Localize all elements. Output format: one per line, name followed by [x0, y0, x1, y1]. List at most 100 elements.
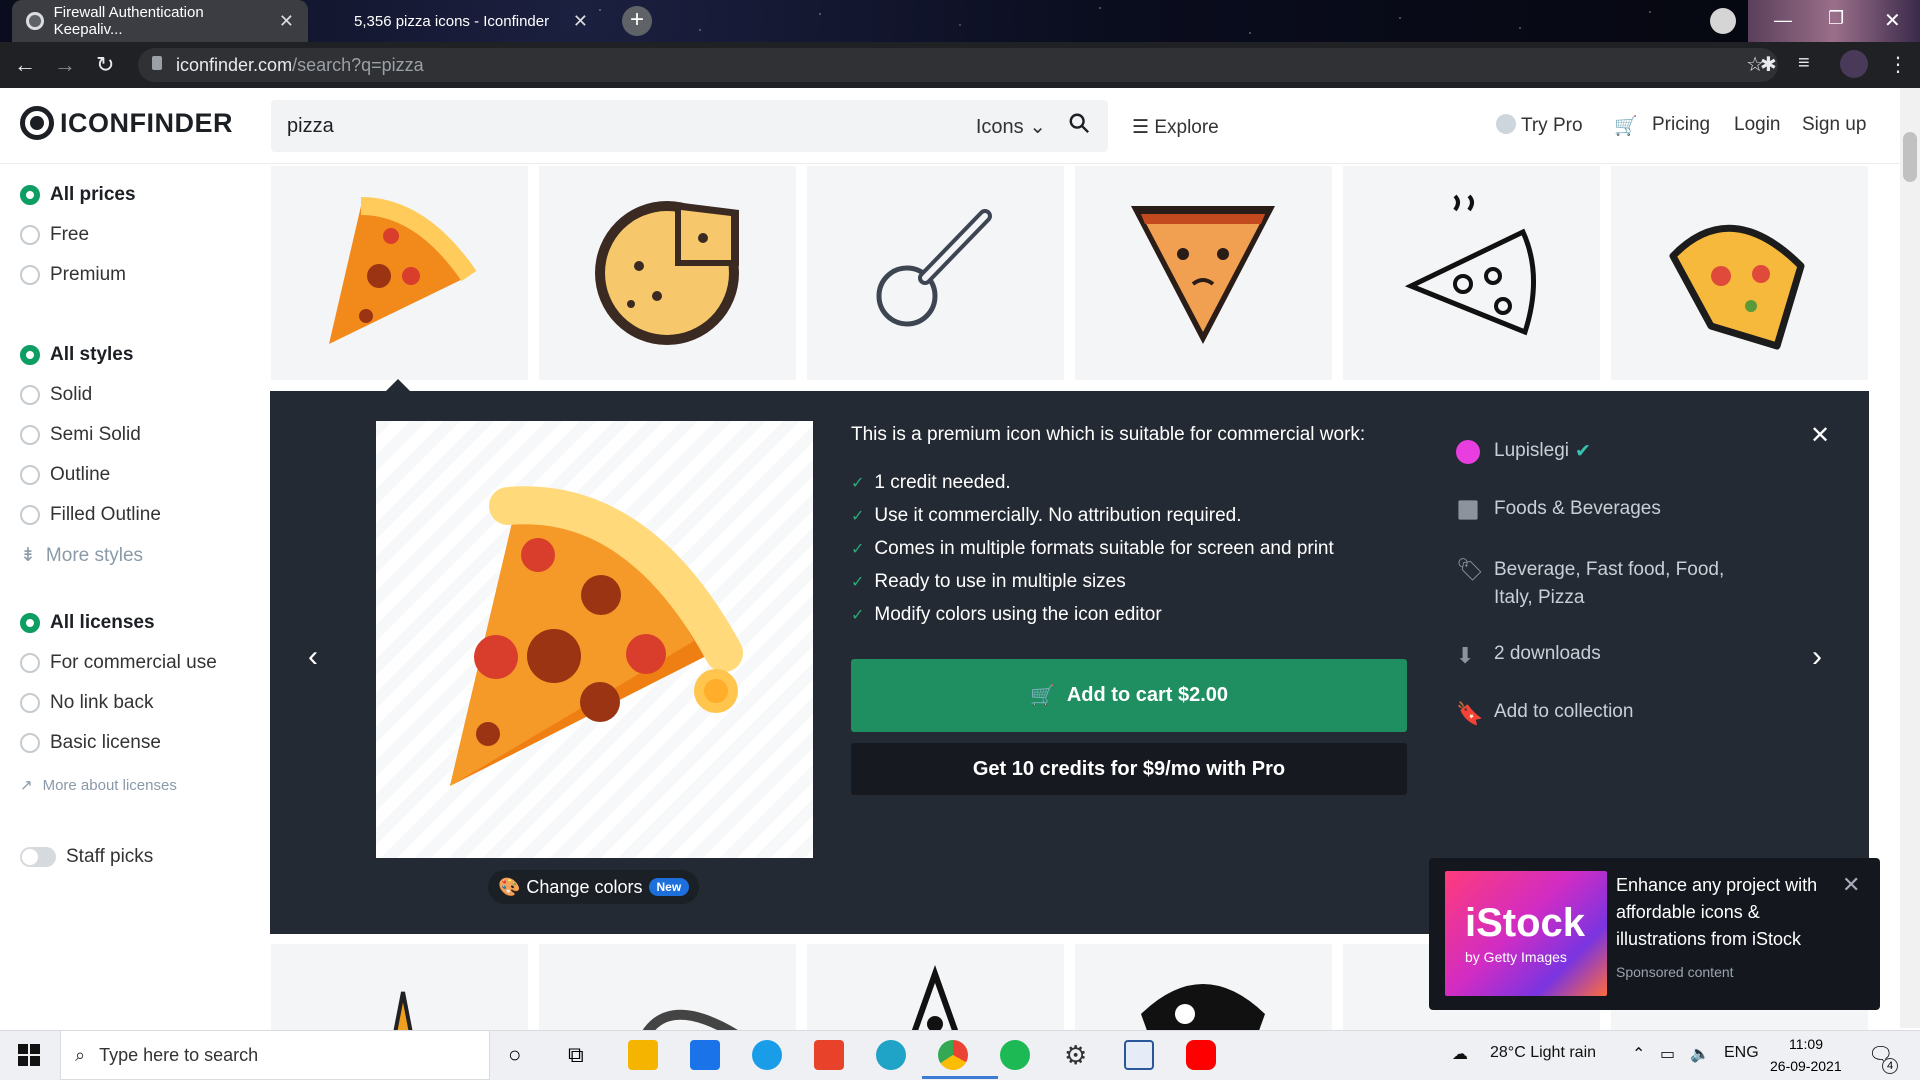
scrollbar-thumb[interactable]	[1903, 132, 1917, 182]
filter-semi-solid[interactable]: Semi Solid	[20, 424, 141, 446]
logo-text: ICONFINDER	[60, 107, 233, 138]
search-type-select[interactable]: Icons ⌄	[976, 114, 1046, 139]
tab-firewall[interactable]: Firewall Authentication Keepaliv... ✕	[12, 0, 308, 42]
app-icon[interactable]	[752, 1040, 782, 1070]
maximize-icon[interactable]: ❐	[1828, 8, 1844, 29]
icon-editor-link[interactable]: icon editor	[1074, 604, 1162, 625]
volume-icon[interactable]: 🔈	[1690, 1044, 1710, 1064]
add-to-collection-link[interactable]: 🔖 Add to collection	[1456, 701, 1633, 726]
cart-icon[interactable]: 🛒	[1614, 114, 1638, 138]
windows-start-icon[interactable]	[18, 1044, 40, 1066]
add-to-cart-button[interactable]: 🛒 Add to cart $2.00	[851, 659, 1407, 732]
close-icon[interactable]: ✕	[279, 11, 294, 32]
tags-text[interactable]: Beverage, Fast food, Food, Italy, Pizza	[1494, 556, 1724, 612]
language-indicator[interactable]: ENG	[1724, 1044, 1759, 1062]
search-icon[interactable]	[1068, 112, 1090, 134]
filter-premium[interactable]: Premium	[20, 264, 126, 286]
change-colors-button[interactable]: 🎨 Change colors New	[488, 870, 700, 904]
icon-card-pizza-cute[interactable]	[1611, 166, 1868, 380]
radio-icon	[20, 733, 40, 753]
search-bar[interactable]: pizza Icons ⌄	[271, 100, 1108, 152]
feature-text: Modify colors using the	[874, 604, 1074, 625]
pro-offer-button[interactable]: Get 10 credits for $9/mo with Pro	[851, 743, 1407, 795]
search-input[interactable]: pizza	[287, 115, 334, 138]
tab-title: Firewall Authentication Keepaliv...	[53, 4, 204, 38]
chrome-icon[interactable]	[938, 1040, 968, 1070]
cortana-icon[interactable]: ○	[508, 1042, 521, 1068]
address-bar[interactable]: iconfinder.com/search?q=pizza ☆	[138, 48, 1778, 82]
filter-all-styles[interactable]: All styles	[20, 344, 133, 366]
forward-icon[interactable]: →	[54, 52, 76, 78]
author-name: Lupislegi	[1494, 440, 1569, 461]
feature-text: 1 credit needed.	[874, 472, 1011, 493]
media-icon[interactable]: ≡	[1798, 52, 1810, 75]
menu-icon[interactable]: ⋮	[1888, 52, 1908, 77]
mail-icon[interactable]	[690, 1040, 720, 1070]
page-scrollbar[interactable]	[1900, 88, 1920, 1028]
icon-card-pizza-face[interactable]	[1075, 166, 1332, 380]
logo[interactable]: ICONFINDER	[20, 106, 233, 140]
extensions-icon[interactable]: ✱	[1760, 52, 1777, 77]
tray-chevron-icon[interactable]: ⌃	[1632, 1044, 1645, 1064]
category-link[interactable]: Foods & Beverages	[1456, 498, 1661, 522]
toggle-switch[interactable]	[20, 847, 56, 867]
filter-all-licenses[interactable]: All licenses	[20, 612, 155, 634]
close-icon[interactable]: ✕	[573, 11, 588, 32]
filter-solid[interactable]: Solid	[20, 384, 92, 406]
youtube-icon[interactable]	[1186, 1040, 1216, 1070]
author-link[interactable]: Lupislegi ✔	[1456, 440, 1591, 464]
login-link[interactable]: Login	[1734, 114, 1781, 136]
tab-iconfinder[interactable]: 5,356 pizza icons - Iconfinder ✕	[340, 0, 602, 42]
clock-date[interactable]: 26-09-2021	[1770, 1058, 1842, 1074]
pro-icon	[1496, 114, 1516, 134]
filter-all-prices[interactable]: All prices	[20, 184, 136, 206]
radio-icon	[20, 505, 40, 525]
close-icon[interactable]: ✕	[1810, 421, 1830, 450]
weather-text[interactable]: 28°C Light rain	[1490, 1044, 1596, 1062]
download-icon: ⬇	[1456, 643, 1475, 668]
reload-icon[interactable]: ↻	[96, 52, 114, 78]
spotify-icon[interactable]	[1000, 1040, 1030, 1070]
more-styles-link[interactable]: ⇟ More styles	[20, 544, 143, 567]
icon-card-pizza-whole[interactable]	[539, 166, 796, 380]
filter-commercial[interactable]: For commercial use	[20, 652, 217, 674]
explore-menu[interactable]: ☰ Explore	[1132, 116, 1219, 139]
chevron-left-icon[interactable]: ‹	[308, 640, 318, 674]
clock-time[interactable]: 11:09	[1789, 1036, 1823, 1052]
battery-icon[interactable]: ▭	[1660, 1044, 1675, 1064]
icon-card-pizza-outline[interactable]	[1343, 166, 1600, 380]
palette-icon: 🎨	[498, 876, 521, 897]
taskbar-search[interactable]: ⌕ Type here to search	[60, 1030, 490, 1080]
filter-outline[interactable]: Outline	[20, 464, 110, 486]
new-tab-button[interactable]: +	[622, 6, 652, 36]
ad-title[interactable]: Enhance any project with affordable icon…	[1616, 872, 1836, 953]
pricing-link[interactable]: Pricing	[1652, 114, 1710, 136]
settings-icon[interactable]: ⚙	[1064, 1040, 1087, 1071]
filter-free[interactable]: Free	[20, 224, 89, 246]
signup-link[interactable]: Sign up	[1802, 114, 1866, 136]
back-icon[interactable]: ←	[14, 52, 36, 78]
close-ad-icon[interactable]: ✕	[1842, 872, 1860, 898]
profile-dropdown-icon[interactable]	[1710, 8, 1736, 34]
more-licenses-link[interactable]: ↗ More about licenses	[20, 776, 177, 795]
office-icon[interactable]	[814, 1040, 844, 1070]
close-window-icon[interactable]: ✕	[1884, 8, 1901, 33]
more-licenses-label: More about licenses	[42, 776, 177, 794]
filter-basic-license[interactable]: Basic license	[20, 732, 161, 754]
filter-no-link-back[interactable]: No link back	[20, 692, 154, 714]
try-pro-link[interactable]: Try Pro	[1496, 114, 1583, 137]
istock-ad-image[interactable]: iStock by Getty Images	[1445, 871, 1607, 996]
staff-picks-toggle[interactable]: Staff picks	[20, 846, 153, 868]
icon-card-pizza-slice-color[interactable]	[271, 166, 528, 380]
avatar[interactable]	[1840, 50, 1868, 78]
minimize-icon[interactable]: —	[1774, 10, 1792, 31]
sliders-icon: ⇟	[20, 545, 36, 566]
chevron-right-icon[interactable]: ›	[1812, 640, 1822, 674]
task-view-icon[interactable]: ⧉	[568, 1042, 584, 1068]
file-explorer-icon[interactable]	[628, 1040, 658, 1070]
radio-icon	[20, 613, 40, 633]
icon-card-pizza-cutter[interactable]	[807, 166, 1064, 380]
filter-filled-outline[interactable]: Filled Outline	[20, 504, 161, 526]
word-icon[interactable]	[1124, 1040, 1154, 1070]
edge-icon[interactable]	[876, 1040, 906, 1070]
